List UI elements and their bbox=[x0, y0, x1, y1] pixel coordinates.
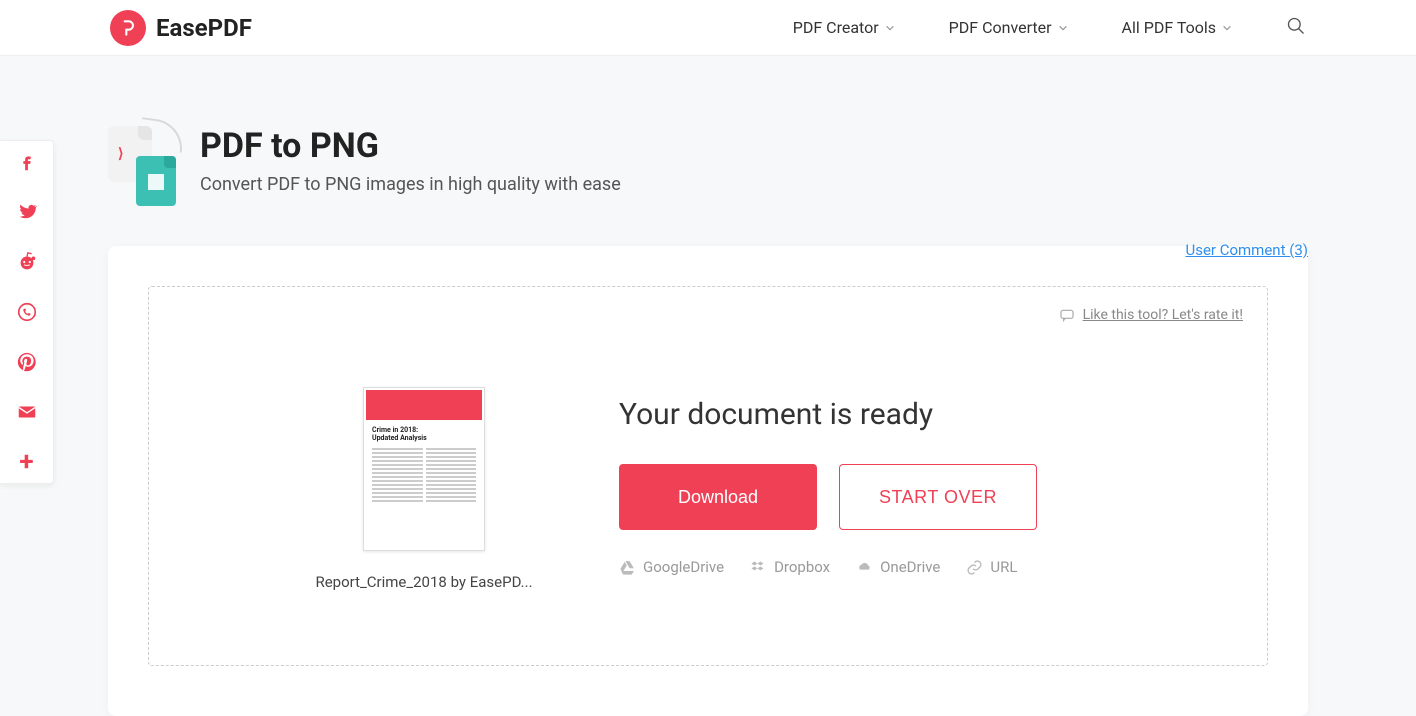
pinterest-icon[interactable] bbox=[16, 351, 38, 373]
brand-logo[interactable]: EasePDF bbox=[110, 10, 252, 46]
save-label: OneDrive bbox=[880, 558, 940, 576]
main-nav: PDF Creator PDF Converter All PDF Tools bbox=[793, 16, 1306, 40]
save-url[interactable]: URL bbox=[966, 558, 1017, 576]
rate-tool-label: Like this tool? Let's rate it! bbox=[1083, 307, 1243, 323]
link-icon bbox=[966, 559, 983, 576]
file-preview: Crime in 2018: Updated Analysis Report_C… bbox=[309, 387, 539, 591]
nav-pdf-converter[interactable]: PDF Converter bbox=[949, 18, 1068, 37]
rate-tool-link[interactable]: Like this tool? Let's rate it! bbox=[1059, 307, 1243, 323]
page-subtitle: Convert PDF to PNG images in high qualit… bbox=[200, 174, 621, 195]
tool-icon: ⟩ bbox=[108, 126, 178, 206]
page-title: PDF to PNG bbox=[200, 126, 621, 166]
nav-label: PDF Creator bbox=[793, 18, 879, 37]
nav-all-pdf-tools[interactable]: All PDF Tools bbox=[1122, 18, 1232, 37]
main-header: EasePDF PDF Creator PDF Converter All PD… bbox=[0, 0, 1416, 56]
save-destinations: GoogleDrive Dropbox OneDrive URL bbox=[619, 558, 1237, 576]
save-label: Dropbox bbox=[774, 558, 830, 576]
start-over-button[interactable]: START OVER bbox=[839, 464, 1037, 530]
whatsapp-icon[interactable] bbox=[16, 301, 38, 323]
page-container: ⟩ PDF to PNG Convert PDF to PNG images i… bbox=[108, 56, 1308, 716]
result-dropzone: Like this tool? Let's rate it! Crime in … bbox=[148, 286, 1268, 666]
save-label: GoogleDrive bbox=[643, 558, 724, 576]
search-button[interactable] bbox=[1286, 16, 1306, 40]
brand-name: EasePDF bbox=[156, 14, 252, 42]
nav-label: All PDF Tools bbox=[1122, 18, 1216, 37]
download-button[interactable]: Download bbox=[619, 464, 817, 530]
save-label: URL bbox=[990, 558, 1017, 576]
ready-heading: Your document is ready bbox=[619, 397, 1237, 432]
save-onedrive[interactable]: OneDrive bbox=[856, 558, 940, 576]
title-section: ⟩ PDF to PNG Convert PDF to PNG images i… bbox=[108, 126, 1308, 206]
nav-label: PDF Converter bbox=[949, 18, 1052, 37]
thumb-title-1: Crime in 2018: bbox=[372, 426, 476, 434]
onedrive-icon bbox=[856, 559, 873, 576]
more-share-icon[interactable]: + bbox=[19, 451, 33, 473]
save-googledrive[interactable]: GoogleDrive bbox=[619, 558, 724, 576]
search-icon bbox=[1286, 16, 1306, 36]
social-share-sidebar: + bbox=[0, 140, 54, 484]
dropbox-icon bbox=[750, 559, 767, 576]
facebook-icon[interactable] bbox=[16, 151, 38, 173]
result-card: Like this tool? Let's rate it! Crime in … bbox=[108, 246, 1308, 716]
chevron-down-icon bbox=[1222, 23, 1232, 33]
reddit-icon[interactable] bbox=[16, 251, 38, 273]
thumb-title-2: Updated Analysis bbox=[372, 434, 476, 442]
file-name: Report_Crime_2018 by EasePD... bbox=[315, 573, 532, 591]
document-thumbnail[interactable]: Crime in 2018: Updated Analysis bbox=[363, 387, 485, 551]
chevron-down-icon bbox=[885, 23, 895, 33]
user-comment-link[interactable]: User Comment (3) bbox=[1185, 241, 1308, 259]
chevron-down-icon bbox=[1058, 23, 1068, 33]
googledrive-icon bbox=[619, 559, 636, 576]
chat-icon bbox=[1059, 307, 1075, 323]
logo-mark-icon bbox=[110, 10, 146, 46]
nav-pdf-creator[interactable]: PDF Creator bbox=[793, 18, 895, 37]
save-dropbox[interactable]: Dropbox bbox=[750, 558, 830, 576]
email-icon[interactable] bbox=[16, 401, 38, 423]
twitter-icon[interactable] bbox=[16, 201, 38, 223]
action-panel: Your document is ready Download START OV… bbox=[619, 387, 1237, 576]
